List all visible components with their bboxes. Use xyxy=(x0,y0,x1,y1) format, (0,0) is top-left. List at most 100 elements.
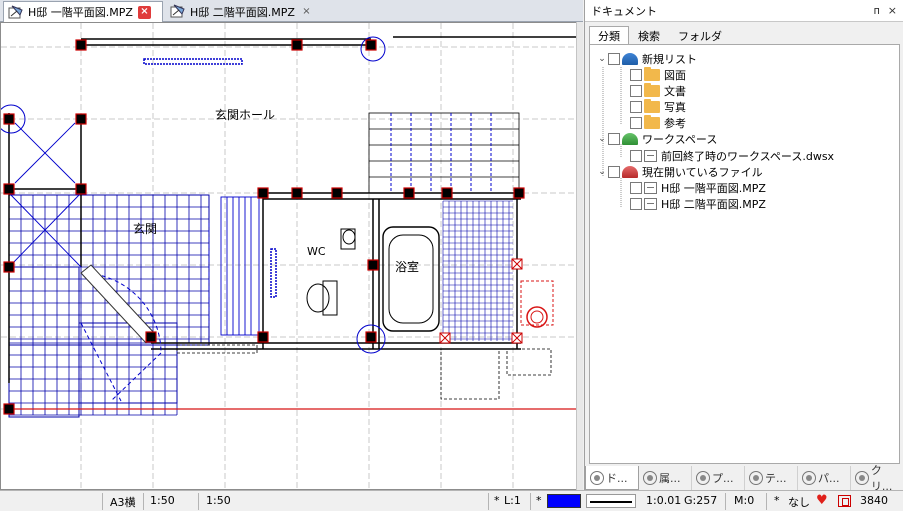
tab-attributes[interactable]: 属... xyxy=(639,466,692,490)
room-label-bath: 浴室 xyxy=(395,259,419,274)
room-label-entrance-hall: 玄関ホール xyxy=(215,107,275,122)
vertical-scrollbar[interactable] xyxy=(576,22,583,490)
panel-bottom-tabs: ド... 属... プ... テ... パ... クリ... xyxy=(585,464,903,493)
tree-item-label: 図面 xyxy=(664,69,686,82)
tab-second-floor[interactable]: H邸 二階平面図.MPZ × xyxy=(166,1,321,22)
tab-template[interactable]: テ... xyxy=(745,466,798,490)
panel-tab-bar: 分類 検索 フォルダ xyxy=(589,26,731,45)
folder-icon xyxy=(644,83,660,97)
layer-readout[interactable]: L:1 xyxy=(504,494,521,507)
checkbox[interactable] xyxy=(608,166,620,178)
document-tab-icon xyxy=(590,470,604,485)
tree-item-label: 現在開いているファイル xyxy=(642,166,763,179)
folder-icon xyxy=(644,115,660,129)
clip-tab-icon xyxy=(855,471,869,485)
close-icon[interactable]: × xyxy=(137,5,151,19)
tree-item-open-files[interactable]: ⌄ 現在開いているファイル xyxy=(596,164,763,180)
folder-icon xyxy=(644,67,660,81)
document-tree: ⌄ 新規リスト 図面 文書 写真 参考 ⌄ ワークスペース 前回終了時のワークス… xyxy=(589,44,900,464)
status-bar: A3横 1:50 1:50 * L:1 * 1:0.01 G:257 M:0 *… xyxy=(0,490,903,511)
drawing-file-icon xyxy=(8,5,24,20)
tree-item-photos[interactable]: 写真 xyxy=(630,99,686,115)
line-type-swatch[interactable] xyxy=(586,494,636,508)
blue-dome-icon xyxy=(622,53,638,65)
tree-item-workspace[interactable]: ⌄ ワークスペース xyxy=(596,131,717,147)
tree-item-second-floor[interactable]: H邸 二階平面図.MPZ xyxy=(630,196,766,212)
checkbox[interactable] xyxy=(608,53,620,65)
tab-label: テ... xyxy=(765,472,787,485)
checkbox[interactable] xyxy=(630,69,642,81)
app-window: H邸 一階平面図.MPZ × H邸 二階平面図.MPZ × 玄関ホール 玄関 W… xyxy=(0,0,903,511)
tab-properties[interactable]: プ... xyxy=(692,466,745,490)
tree-item-label: 前回終了時のワークスペース.dwsx xyxy=(661,150,835,163)
tree-item-documents[interactable]: 文書 xyxy=(630,83,686,99)
template-tab-icon xyxy=(749,471,763,485)
paper-size[interactable]: A3横 xyxy=(110,494,136,510)
tree-item-first-floor[interactable]: H邸 一階平面図.MPZ xyxy=(630,180,766,196)
checkbox[interactable] xyxy=(630,85,642,97)
attribute-tab-icon xyxy=(643,471,657,485)
line-color-swatch[interactable] xyxy=(547,494,581,508)
heart-icon[interactable]: ♥ xyxy=(816,494,828,507)
line-scale-readout[interactable]: 1:0.01 xyxy=(646,494,681,507)
close-icon[interactable]: × xyxy=(300,5,313,18)
snap-readout[interactable]: なし xyxy=(788,494,810,510)
drawing-canvas[interactable]: 玄関ホール 玄関 WC 浴室 xyxy=(0,22,583,490)
tree-item-label: H邸 二階平面図.MPZ xyxy=(661,198,766,211)
tree-item-label: 新規リスト xyxy=(642,53,697,66)
tree-item-last-workspace[interactable]: 前回終了時のワークスペース.dwsx xyxy=(630,148,834,164)
tab-label: ド... xyxy=(606,471,628,485)
tree-item-label: 参考 xyxy=(664,117,686,130)
tree-item-label: H邸 一階平面図.MPZ xyxy=(661,182,766,195)
panel-title: ドキュメント xyxy=(591,4,657,18)
checkbox[interactable] xyxy=(630,150,642,162)
room-label-wc: WC xyxy=(307,245,326,258)
expand-icon[interactable]: ⌄ xyxy=(596,167,608,177)
tab-first-floor[interactable]: H邸 一階平面図.MPZ × xyxy=(3,1,163,22)
checkbox[interactable] xyxy=(630,182,642,194)
checkbox[interactable] xyxy=(630,101,642,113)
tab-clip[interactable]: クリ... xyxy=(851,464,903,493)
tab-label: H邸 二階平面図.MPZ xyxy=(190,5,295,19)
file-icon xyxy=(644,182,657,194)
tab-label: パ... xyxy=(818,472,840,485)
panel-header: ドキュメント ᴨ × xyxy=(585,0,903,22)
tab-folder[interactable]: フォルダ xyxy=(669,26,731,45)
expand-icon[interactable]: ⌄ xyxy=(596,54,608,64)
tab-document[interactable]: ド... xyxy=(585,466,639,490)
scale-readout[interactable]: 1:50 xyxy=(150,494,175,507)
tree-item-label: 写真 xyxy=(664,101,686,114)
tree-item-reference[interactable]: 参考 xyxy=(630,115,686,131)
tree-item-new-list[interactable]: ⌄ 新規リスト xyxy=(596,51,697,67)
pin-icon[interactable]: ᴨ xyxy=(874,4,880,17)
group-readout[interactable]: G:257 xyxy=(684,494,717,507)
layer-marker: * xyxy=(494,494,500,507)
expand-icon[interactable]: ⌄ xyxy=(596,134,608,144)
snap-marker: * xyxy=(774,494,780,507)
file-icon xyxy=(644,198,657,210)
close-icon[interactable]: × xyxy=(888,4,897,17)
tab-label: H邸 一階平面図.MPZ xyxy=(28,6,133,19)
tree-item-drawings[interactable]: 図面 xyxy=(630,67,686,83)
folder-icon xyxy=(644,99,660,113)
scale-readout-2[interactable]: 1:50 xyxy=(206,494,231,507)
room-label-entrance: 玄関 xyxy=(133,221,157,236)
file-icon xyxy=(644,150,657,162)
checkbox[interactable] xyxy=(630,117,642,129)
mode-readout[interactable]: M:0 xyxy=(734,494,754,507)
color-marker: * xyxy=(536,494,542,507)
tab-parts[interactable]: パ... xyxy=(798,466,851,490)
green-dome-icon xyxy=(622,133,638,145)
red-dome-icon xyxy=(622,166,638,178)
tab-search[interactable]: 検索 xyxy=(629,26,669,45)
checkbox[interactable] xyxy=(608,133,620,145)
tab-label: 属... xyxy=(659,472,681,485)
drawing-file-icon xyxy=(170,4,186,19)
count-readout: 3840 xyxy=(860,494,888,507)
checkbox[interactable] xyxy=(630,198,642,210)
document-tab-bar: H邸 一階平面図.MPZ × H邸 二階平面図.MPZ × xyxy=(0,0,583,22)
document-panel: ドキュメント ᴨ × 分類 検索 フォルダ ⌄ 新規リスト 図面 文書 写真 参… xyxy=(584,0,903,493)
tab-label: プ... xyxy=(712,472,734,485)
grid-icon[interactable] xyxy=(838,495,851,507)
tab-category[interactable]: 分類 xyxy=(589,26,629,45)
